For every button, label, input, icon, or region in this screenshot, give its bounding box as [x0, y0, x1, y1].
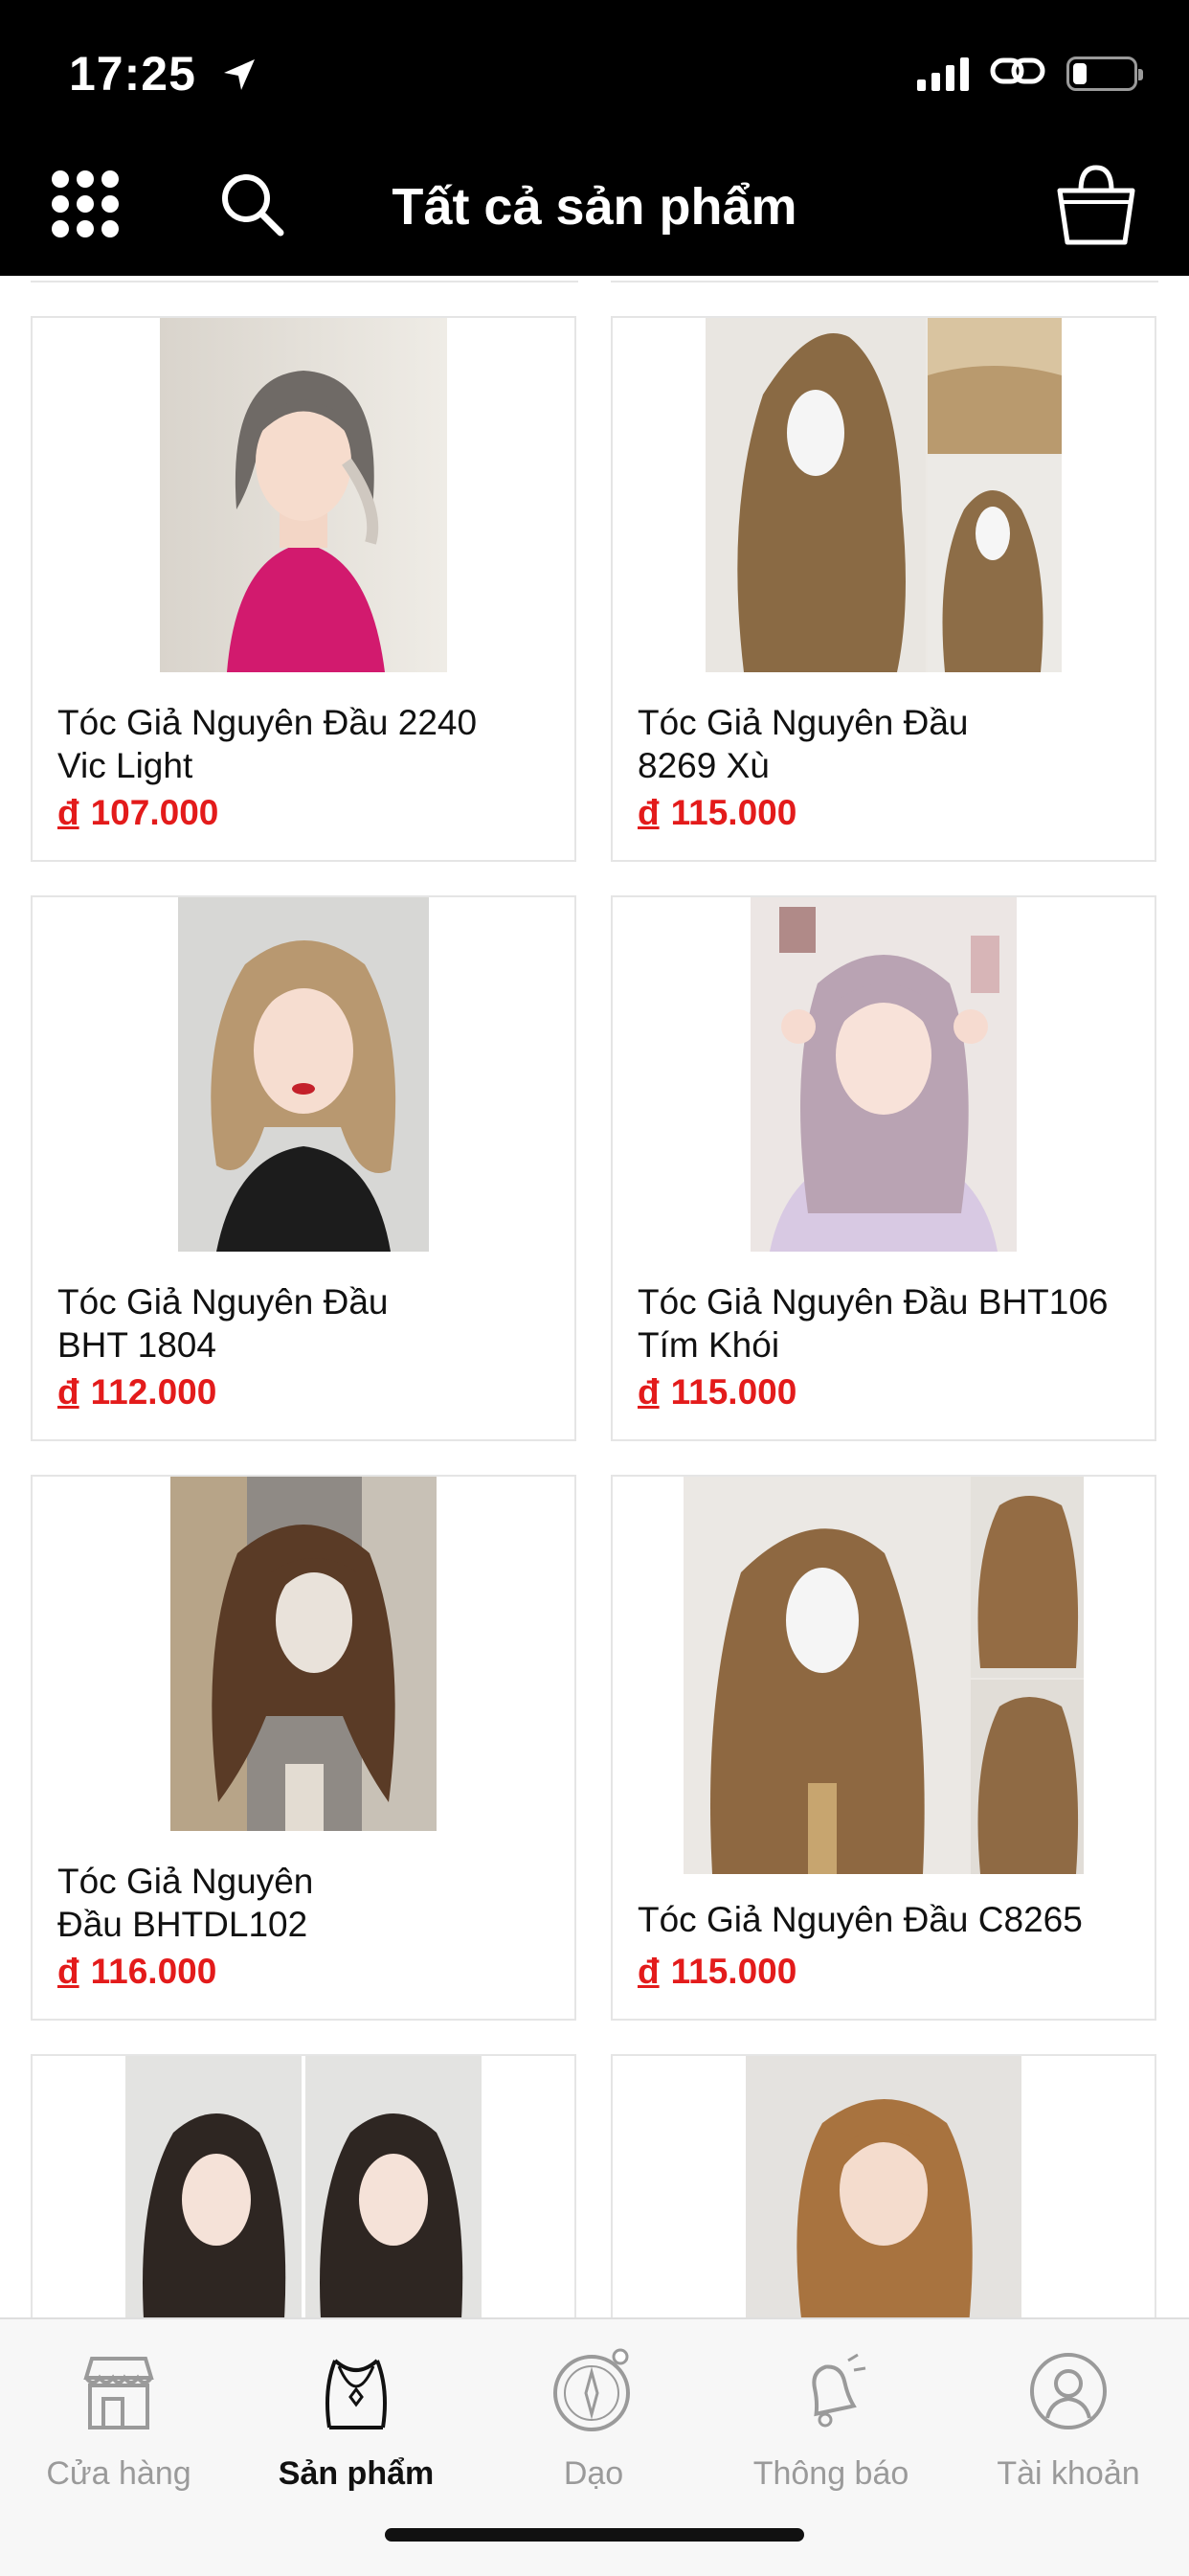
product-image[interactable] — [706, 318, 1062, 677]
product-image[interactable] — [746, 2056, 1021, 2317]
price-value: 112.000 — [90, 1372, 217, 1412]
product-card[interactable] — [611, 2054, 1156, 2317]
currency-symbol: đ — [638, 1372, 660, 1412]
tab-label: Cửa hàng — [46, 2455, 191, 2492]
product-price: đ 112.000 — [57, 1372, 216, 1412]
product-image[interactable] — [178, 897, 429, 1256]
product-name[interactable]: Tóc Giả Nguyên Đầu BHTDL102 — [57, 1860, 555, 1946]
product-image[interactable] — [125, 2056, 482, 2317]
cart-button[interactable] — [1053, 163, 1139, 249]
status-icons — [917, 54, 1143, 93]
currency-symbol: đ — [57, 1952, 79, 1991]
tab-notifications[interactable]: Thông báo — [712, 2348, 950, 2493]
battery-level — [1073, 62, 1087, 84]
product-name[interactable]: Tóc Giả Nguyên Đầu C8265 — [638, 1898, 1135, 1941]
currency-symbol: đ — [638, 1952, 660, 1991]
status-time: 17:25 — [69, 46, 258, 105]
tab-label: Dạo — [563, 2455, 624, 2492]
product-name[interactable]: Tóc Giả Nguyên Đầu 2240 Vic Light — [57, 701, 555, 787]
storefront-icon — [0, 2348, 237, 2434]
user-icon — [950, 2348, 1187, 2434]
product-price: đ 115.000 — [638, 793, 796, 833]
product-grid: Tóc Giả Nguyên Đầu 2240 Vic Light đ 107.0… — [0, 276, 1189, 2317]
tab-products[interactable]: Sản phẩm — [237, 2348, 475, 2493]
home-indicator — [385, 2528, 804, 2542]
currency-symbol: đ — [638, 793, 660, 832]
previous-row-edges — [31, 281, 1158, 282]
product-image[interactable] — [751, 897, 1017, 1256]
product-name[interactable]: Tóc Giả Nguyên Đầu BHT106 Tím Khói — [638, 1280, 1135, 1367]
product-price: đ 116.000 — [57, 1952, 216, 1992]
product-price: đ 115.000 — [638, 1372, 796, 1412]
product-card[interactable]: Tóc Giả Nguyên Đầu C8265 đ 115.000 — [611, 1475, 1156, 2021]
product-card[interactable]: Tóc Giả Nguyên Đầu 2240 Vic Light đ 107.0… — [31, 316, 576, 862]
status-time-label: 17:25 — [69, 47, 196, 101]
product-price: đ 115.000 — [638, 1952, 796, 1992]
tab-account[interactable]: Tài khoản — [950, 2348, 1187, 2493]
price-value: 115.000 — [670, 793, 797, 832]
tab-explore[interactable]: Dạo — [475, 2348, 712, 2493]
tab-store[interactable]: Cửa hàng — [0, 2348, 237, 2493]
page-title: Tất cả sản phẩm — [392, 178, 797, 236]
product-card[interactable]: Tóc Giả Nguyên Đầu BHT 1804 đ 112.000 — [31, 895, 576, 1441]
product-image[interactable] — [170, 1477, 437, 1836]
cellular-signal-icon — [917, 56, 969, 91]
product-price: đ 107.000 — [57, 793, 218, 833]
location-arrow-icon — [220, 50, 258, 105]
necklace-icon — [237, 2348, 475, 2434]
bell-icon — [712, 2348, 950, 2434]
product-image[interactable] — [684, 1477, 1084, 1879]
product-card[interactable]: Tóc Giả Nguyên Đầu 8269 Xù đ 115.000 — [611, 316, 1156, 862]
product-image[interactable] — [160, 318, 447, 677]
price-value: 116.000 — [90, 1952, 217, 1991]
product-name[interactable]: Tóc Giả Nguyên Đầu BHT 1804 — [57, 1280, 555, 1367]
currency-symbol: đ — [57, 793, 79, 832]
product-card[interactable]: Tóc Giả Nguyên Đầu BHTDL102 đ 116.000 — [31, 1475, 576, 2021]
price-value: 107.000 — [90, 793, 219, 832]
battery-icon — [1066, 56, 1143, 91]
price-value: 115.000 — [670, 1952, 797, 1991]
product-card[interactable]: Tóc Giả Nguyên Đầu BHT106 Tím Khói đ 115.… — [611, 895, 1156, 1441]
price-value: 115.000 — [670, 1372, 797, 1412]
shopping-bag-icon — [1052, 160, 1140, 253]
product-name[interactable]: Tóc Giả Nguyên Đầu 8269 Xù — [638, 701, 1135, 787]
currency-symbol: đ — [57, 1372, 79, 1412]
product-card[interactable] — [31, 2054, 576, 2317]
personal-hotspot-icon — [990, 54, 1045, 93]
compass-icon — [475, 2348, 712, 2434]
tab-label: Tài khoản — [997, 2455, 1140, 2492]
top-bar: 17:25 Tất cả sản phẩm — [0, 0, 1189, 276]
tab-label: Thông báo — [752, 2455, 909, 2492]
tab-label: Sản phẩm — [278, 2455, 435, 2492]
